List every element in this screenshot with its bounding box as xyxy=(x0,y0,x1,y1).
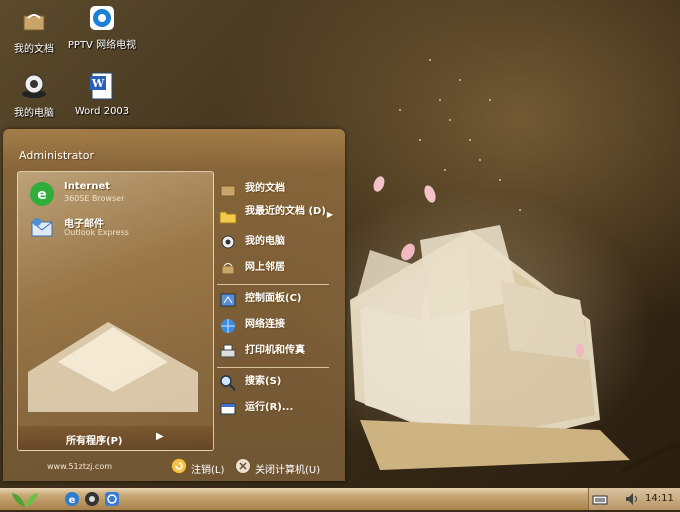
computer-icon xyxy=(221,235,235,249)
computer-icon xyxy=(22,74,46,98)
menu-item-my-computer[interactable]: 我的电脑 xyxy=(217,232,337,254)
svg-text:e: e xyxy=(69,495,76,506)
control-panel-icon xyxy=(220,293,236,307)
menu-item-search[interactable]: 搜索(S) xyxy=(217,372,337,394)
user-name: Administrator xyxy=(19,149,94,162)
network-places-icon xyxy=(221,263,235,275)
menu-item-run[interactable]: 运行(R)... xyxy=(217,398,337,420)
menu-item-printers[interactable]: 打印机和传真 xyxy=(217,341,337,363)
leaf-icon xyxy=(12,493,38,507)
start-button[interactable] xyxy=(6,489,44,509)
arrow-right-icon: ▶ xyxy=(326,210,333,219)
desktop-icon-label: PPTV 网络电视 xyxy=(67,40,137,51)
volume-icon[interactable] xyxy=(624,491,640,507)
shutdown-label: 关闭计算机(U) xyxy=(255,465,321,476)
word-icon: W xyxy=(90,72,113,100)
ie-icon[interactable] xyxy=(104,491,120,507)
logoff-icon xyxy=(171,458,187,474)
menu-item-label: 我的电脑 xyxy=(245,236,285,247)
menu-item-control-panel[interactable]: 控制面板(C) xyxy=(217,289,337,311)
menu-item-label: 网络连接 xyxy=(245,319,285,330)
pinned-subtitle: 360SE Browser xyxy=(64,194,125,203)
menu-item-recent-documents[interactable]: 我最近的文档 (D) ▶ xyxy=(217,205,337,231)
desktop-icon-word[interactable]: W Word 2003 xyxy=(62,70,142,117)
start-menu: Administrator e Internet 360SE Browser 电… xyxy=(3,129,345,481)
browser-icon[interactable]: e xyxy=(64,491,80,507)
clock: 14:11 xyxy=(645,493,674,504)
menu-item-label: 我最近的文档 (D) xyxy=(245,206,326,217)
start-menu-left-pane: e Internet 360SE Browser 电子邮件 Outlook Ex… xyxy=(17,171,214,451)
menu-separator xyxy=(217,284,329,285)
all-programs-label: 所有程序(P) xyxy=(66,436,123,447)
svg-text:e: e xyxy=(37,187,47,203)
menu-separator xyxy=(217,367,329,368)
media-icon[interactable] xyxy=(84,491,100,507)
arrow-right-icon: ▶ xyxy=(156,431,164,442)
pinned-email[interactable]: 电子邮件 Outlook Express xyxy=(26,212,206,244)
start-menu-footer: www.51ztzj.com 注销(L) 关闭计算机(U) xyxy=(3,453,345,481)
desktop-icon-label: Word 2003 xyxy=(74,106,130,117)
recent-docs-icon xyxy=(219,211,237,224)
desktop-icon-label: 我的文档 xyxy=(14,44,54,55)
menu-item-network-connections[interactable]: 网络连接 xyxy=(217,315,337,337)
menu-item-label: 我的文档 xyxy=(245,183,285,194)
menu-item-label: 控制面板(C) xyxy=(245,293,302,304)
pinned-title: Internet xyxy=(64,181,111,192)
keyboard-icon[interactable] xyxy=(592,491,608,507)
all-programs-button[interactable]: 所有程序(P) ▶ xyxy=(18,426,213,450)
menu-item-label: 网上邻居 xyxy=(245,262,285,273)
pptv-icon xyxy=(90,6,114,30)
menu-item-network-places[interactable]: 网上邻居 xyxy=(217,258,337,280)
pinned-internet[interactable]: e Internet 360SE Browser xyxy=(26,178,206,210)
run-icon xyxy=(220,403,236,415)
logoff-label: 注销(L) xyxy=(191,465,225,476)
network-connections-icon xyxy=(221,319,235,333)
folder-icon xyxy=(23,14,45,31)
menu-item-label: 运行(R)... xyxy=(245,402,294,413)
book-decoration xyxy=(28,322,198,412)
svg-text:W: W xyxy=(91,77,105,90)
website-label: www.51ztzj.com xyxy=(47,462,113,471)
mail-icon xyxy=(31,218,53,237)
menu-item-label: 打印机和传真 xyxy=(245,345,305,356)
desktop-icon-pptv[interactable]: PPTV 网络电视 xyxy=(62,2,142,51)
search-icon xyxy=(220,375,236,391)
taskbar: e 14:11 xyxy=(0,488,680,510)
printer-icon xyxy=(220,344,236,358)
folder-icon xyxy=(220,185,236,197)
shutdown-icon xyxy=(235,458,251,474)
desktop-icon-label: 我的电脑 xyxy=(14,108,54,119)
menu-item-my-documents[interactable]: 我的文档 xyxy=(217,179,337,201)
browser-icon: e xyxy=(30,182,54,206)
pinned-subtitle: Outlook Express xyxy=(64,228,129,237)
menu-item-label: 搜索(S) xyxy=(245,376,282,387)
